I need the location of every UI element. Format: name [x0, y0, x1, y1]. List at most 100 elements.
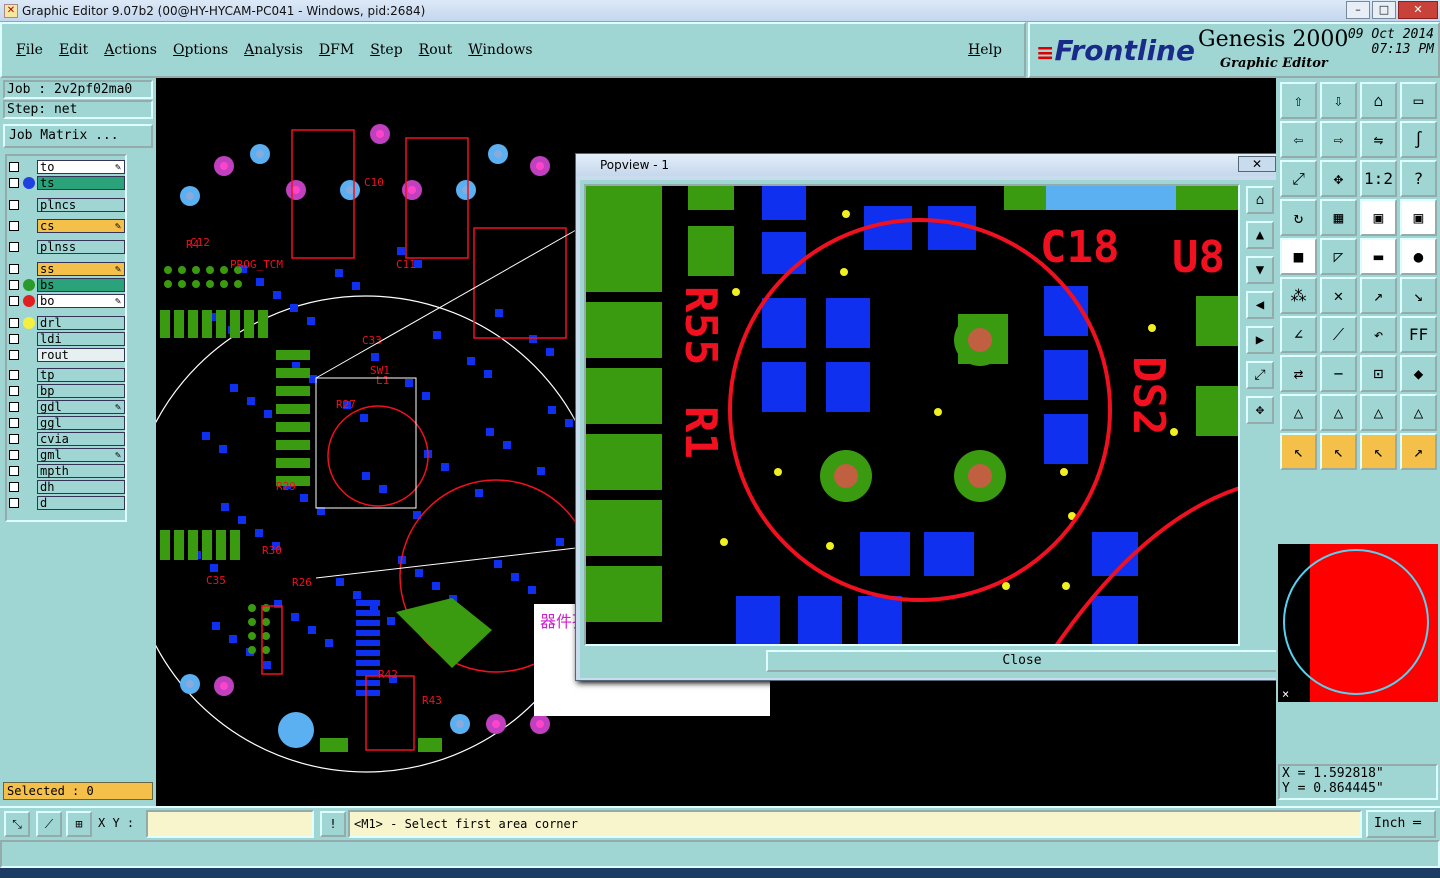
job-matrix-button[interactable]: Job Matrix ...: [3, 124, 153, 148]
layer-row-5[interactable]: ss ✎: [9, 262, 125, 276]
layer-view-icon[interactable]: ▣: [1360, 199, 1397, 236]
undo-icon[interactable]: ↶: [1360, 316, 1397, 353]
layer-name[interactable]: ldi: [37, 332, 125, 346]
layer-name[interactable]: drl: [37, 316, 125, 330]
move-icon[interactable]: ⇄: [1280, 355, 1317, 392]
minus-icon[interactable]: −: [1320, 355, 1357, 392]
layer-name[interactable]: rout: [37, 348, 125, 362]
tri2-icon[interactable]: △: [1320, 394, 1357, 431]
layer-row-2[interactable]: plncs: [9, 198, 125, 212]
layer-name[interactable]: dh: [37, 480, 125, 494]
rotate-icon[interactable]: ↻: [1280, 199, 1317, 236]
layer-name[interactable]: cs: [37, 219, 125, 233]
grid-icon[interactable]: ▦: [1320, 199, 1357, 236]
layer-row-18[interactable]: dh: [9, 480, 125, 494]
alert-icon[interactable]: !: [320, 811, 346, 837]
close-window-button[interactable]: ✕: [1398, 1, 1438, 19]
home-icon[interactable]: ⌂: [1360, 82, 1397, 119]
xy-input[interactable]: [146, 810, 314, 838]
menu-actions[interactable]: Actions: [104, 42, 157, 58]
layer-row-19[interactable]: d: [9, 496, 125, 510]
layer-name[interactable]: bo: [37, 294, 125, 308]
circle-icon[interactable]: ●: [1400, 238, 1437, 275]
slash-icon[interactable]: ⟋: [1320, 316, 1357, 353]
layer-checkbox[interactable]: [9, 450, 19, 460]
menu-edit[interactable]: Edit: [59, 42, 88, 58]
angle-icon[interactable]: ∠: [1280, 316, 1317, 353]
line-icon[interactable]: ◸: [1320, 238, 1357, 275]
tri1-icon[interactable]: △: [1280, 394, 1317, 431]
menu-file[interactable]: File: [16, 42, 43, 58]
menu-step[interactable]: Step: [370, 42, 402, 58]
layer-row-4[interactable]: plnss: [9, 240, 125, 254]
layer-name[interactable]: ss: [37, 262, 125, 276]
menu-dfm[interactable]: DFM: [319, 42, 354, 58]
tri3-icon[interactable]: △: [1360, 394, 1397, 431]
import-icon[interactable]: ⇦: [1280, 121, 1317, 158]
layer-row-10[interactable]: rout: [9, 348, 125, 362]
layer-row-13[interactable]: gdl ✎: [9, 400, 125, 414]
layer-checkbox[interactable]: [9, 162, 19, 172]
layer-checkbox[interactable]: [9, 466, 19, 476]
layer-checkbox[interactable]: [9, 434, 19, 444]
menu-options[interactable]: Options: [173, 42, 228, 58]
layer-name[interactable]: ts: [37, 176, 125, 190]
popview-zoom[interactable]: C18 U8 R55 R1 DS2: [586, 186, 1240, 646]
layer-row-12[interactable]: bp: [9, 384, 125, 398]
pv-zoom-out-button[interactable]: ✥: [1246, 396, 1274, 424]
layer-checkbox[interactable]: [9, 178, 19, 188]
layer-name[interactable]: mpth: [37, 464, 125, 478]
layer-row-7[interactable]: bo ✎: [9, 294, 125, 308]
layer-row-14[interactable]: ggl: [9, 416, 125, 430]
grid-snap-icon[interactable]: ⊞: [66, 811, 92, 837]
menu-rout[interactable]: Rout: [419, 42, 453, 58]
layer-checkbox[interactable]: [9, 350, 19, 360]
layer-row-8[interactable]: drl: [9, 316, 125, 330]
snap-icon[interactable]: ∫: [1400, 121, 1437, 158]
popview-close-button[interactable]: Close: [766, 650, 1278, 672]
pv-zoom-in-button[interactable]: ⤢: [1246, 361, 1274, 389]
link-icon[interactable]: ↘: [1400, 277, 1437, 314]
layer-checkbox[interactable]: [9, 264, 19, 274]
zoom-area-icon[interactable]: ⤡: [4, 811, 30, 837]
layer-name[interactable]: d: [37, 496, 125, 510]
popview-canvas[interactable]: C18 U8 R55 R1 DS2: [584, 184, 1240, 646]
cross-icon[interactable]: ✕: [1320, 277, 1357, 314]
pointer4-icon[interactable]: ↗: [1400, 433, 1437, 470]
maximize-button[interactable]: □: [1372, 1, 1396, 19]
menu-analysis[interactable]: Analysis: [244, 42, 303, 58]
layer-checkbox[interactable]: [9, 498, 19, 508]
layer-checkbox[interactable]: [9, 221, 19, 231]
layer-name[interactable]: tp: [37, 368, 125, 382]
layer-name[interactable]: plnss: [37, 240, 125, 254]
layer-checkbox[interactable]: [9, 242, 19, 252]
layer-row-0[interactable]: to ✎: [9, 160, 125, 174]
layer-row-6[interactable]: bs: [9, 278, 125, 292]
layer-row-16[interactable]: gml ✎: [9, 448, 125, 462]
center-box-icon[interactable]: ⊡: [1360, 355, 1397, 392]
help-icon[interactable]: ?: [1400, 160, 1437, 197]
layer-checkbox[interactable]: [9, 482, 19, 492]
menu-windows[interactable]: Windows: [468, 42, 532, 58]
download-icon[interactable]: ⇩: [1320, 82, 1357, 119]
layer-checkbox[interactable]: [9, 418, 19, 428]
layer-name[interactable]: to: [37, 160, 125, 174]
fif-icon[interactable]: FF: [1400, 316, 1437, 353]
layer-checkbox[interactable]: [9, 280, 19, 290]
layer-name[interactable]: gdl: [37, 400, 125, 414]
layer-checkbox[interactable]: [9, 370, 19, 380]
minimize-button[interactable]: –: [1346, 1, 1370, 19]
flip-icon[interactable]: ⇋: [1360, 121, 1397, 158]
layer-row-15[interactable]: cvia: [9, 432, 125, 446]
layer-name[interactable]: plncs: [37, 198, 125, 212]
layer-row-17[interactable]: mpth: [9, 464, 125, 478]
layer-row-1[interactable]: ts: [9, 176, 125, 190]
layer-name[interactable]: ggl: [37, 416, 125, 430]
pv-pan-right-button[interactable]: ▶: [1246, 326, 1274, 354]
layer-checkbox[interactable]: [9, 402, 19, 412]
layer-name[interactable]: bp: [37, 384, 125, 398]
upload-icon[interactable]: ⇧: [1280, 82, 1317, 119]
layer-checkbox[interactable]: [9, 334, 19, 344]
connect-icon[interactable]: ↗: [1360, 277, 1397, 314]
tri4-icon[interactable]: △: [1400, 394, 1437, 431]
